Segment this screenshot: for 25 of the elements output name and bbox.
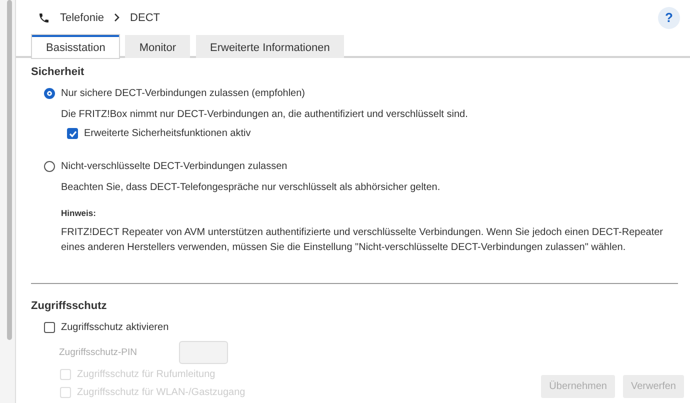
checkmark-icon <box>68 130 76 138</box>
breadcrumb-item[interactable]: Telefonie <box>60 12 104 24</box>
breadcrumb-item: DECT <box>130 12 160 24</box>
scrollbar-thumb[interactable] <box>7 0 12 340</box>
radio-label: Nur sichere DECT-Verbindungen zulassen (empfohlen) <box>61 88 306 99</box>
tab[interactable]: Erweiterte Informationen <box>196 35 344 58</box>
phone-icon <box>38 12 50 24</box>
section-heading: Zugriffsschutz <box>31 300 108 312</box>
checkbox-label: Erweiterte Sicherheitsfunktionen aktiv <box>84 128 251 139</box>
checkbox[interactable] <box>44 322 55 333</box>
radio-button[interactable] <box>44 161 55 172</box>
hint-text: FRITZ!DECT Repeater von AVM unterstützen authentifizierte und verschlüsselte Verbindungen. Wenn Sie jedoch einen DECT-Repeater eines anderen Herstellers verwenden, müssen Sie die Einstellung "Nicht-verschlüsselte DECT-Verbindungen zulassen" wählen. <box>61 226 664 255</box>
checkbox[interactable] <box>67 128 78 139</box>
radio-button[interactable] <box>44 88 55 99</box>
help-button[interactable]: ? <box>658 6 680 28</box>
field-label: Zugriffsschutz-PIN <box>59 347 138 358</box>
checkbox-label: Zugriffsschutz aktivieren <box>61 322 169 333</box>
hint-title: Hinweis: <box>61 208 97 218</box>
tab[interactable]: Monitor <box>125 35 190 58</box>
chevron-right-icon <box>114 13 120 22</box>
option-description: Die FRITZ!Box nimmt nur DECT-Verbindungen an, die authentifiziert und verschlüsselt sind. <box>61 109 469 120</box>
tab[interactable]: Basisstation <box>32 35 120 58</box>
option-description: Beachten Sie, dass DECT-Telefongespräche nur verschlüsselt als abhörsicher gelten. <box>61 182 442 193</box>
radio-label: Nicht-verschlüsselte DECT-Verbindungen zulassen <box>61 161 288 172</box>
section-heading: Sicherheit <box>31 66 86 78</box>
